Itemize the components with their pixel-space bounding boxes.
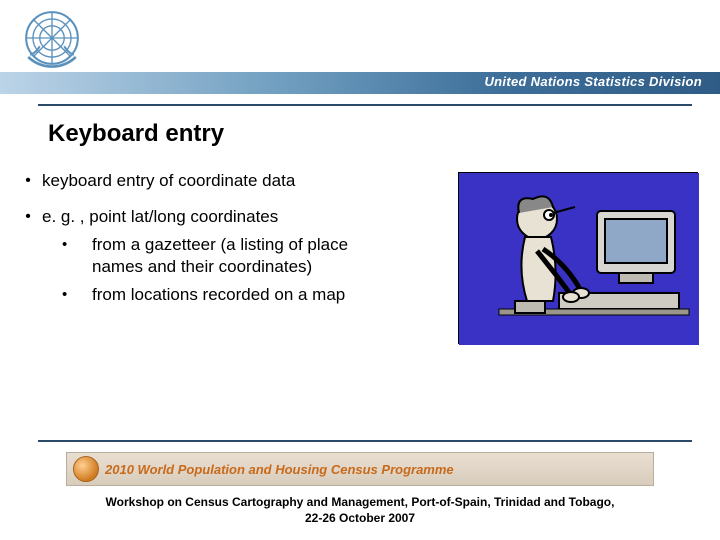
sub-bullet-text: from locations recorded on a map — [92, 284, 382, 306]
un-logo — [18, 4, 86, 72]
sub-bullet-marker: • — [56, 284, 92, 306]
footer-line-2: 22-26 October 2007 — [305, 511, 415, 525]
globe-icon — [73, 456, 99, 482]
slide-title: Keyboard entry — [48, 120, 224, 148]
footer-divider — [38, 440, 692, 442]
slide-header: United Nations Statistics Division — [0, 0, 720, 95]
header-divider — [38, 104, 692, 106]
header-org-text: United Nations Statistics Division — [484, 74, 702, 89]
footer-banner: 2010 World Population and Housing Census… — [66, 452, 654, 486]
bullet-text: e. g. , point lat/long coordinates — [42, 206, 278, 228]
bullet-marker: • — [14, 206, 42, 228]
header-band: United Nations Statistics Division — [0, 72, 720, 94]
footer-line-1: Workshop on Census Cartography and Manag… — [106, 495, 615, 509]
bullet-marker: • — [14, 170, 42, 192]
footer-banner-text: 2010 World Population and Housing Census… — [105, 462, 454, 477]
bullet-text: keyboard entry of coordinate data — [42, 170, 295, 192]
sub-bullet-text: from a gazetteer (a listing of place nam… — [92, 234, 382, 278]
footer-caption: Workshop on Census Cartography and Manag… — [0, 494, 720, 526]
sub-bullet-marker: • — [56, 234, 92, 256]
illustration-person-at-computer — [458, 172, 698, 344]
